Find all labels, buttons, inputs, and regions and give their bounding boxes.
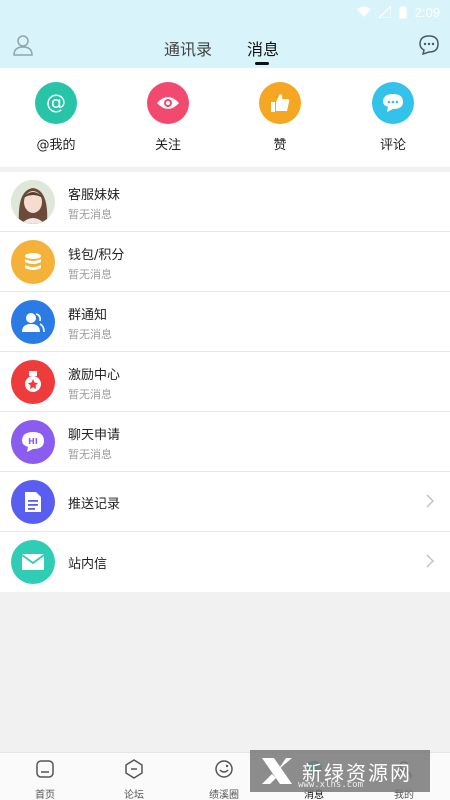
header: 通讯录 消息 — [0, 24, 450, 68]
list-item-title: 群通知 — [68, 308, 108, 323]
nav-home[interactable]: 首页 — [15, 759, 75, 800]
tab-messages[interactable]: 消息 — [247, 36, 279, 60]
shortcut-label: 评论 — [379, 138, 406, 153]
list-item-title: 推送记录 — [68, 497, 121, 512]
thumbs-up-icon — [259, 82, 301, 124]
coins-icon — [11, 240, 55, 284]
shortcut-at-me[interactable]: @ @我的 — [21, 82, 91, 153]
nav-circle[interactable]: 绩溪圈 — [194, 759, 254, 800]
chevron-right-icon — [426, 494, 434, 508]
list-item-title: 钱包/积分 — [68, 248, 125, 263]
comment-icon — [372, 82, 414, 124]
list-item-inbox[interactable]: 站内信 — [0, 532, 450, 592]
active-tab-indicator — [255, 62, 269, 65]
hi-text: HI — [28, 437, 38, 446]
list-item-title: 站内信 — [68, 557, 108, 572]
circle-icon — [215, 760, 233, 778]
hi-bubble-icon: HI — [11, 420, 55, 464]
chevron-right-icon — [426, 554, 434, 568]
status-bar: 2:09 — [0, 0, 450, 24]
status-time: 2:09 — [414, 4, 440, 20]
shortcut-row: @ @我的 关注 赞 评论 — [0, 68, 450, 167]
list-item-subtitle: 暂无消息 — [68, 388, 112, 401]
message-list: 客服妹妹 暂无消息 钱包/积分 暂无消息 群通知 暂无消息 激励中心 暂无消息 … — [0, 172, 450, 592]
chat-bubble-icon[interactable] — [418, 34, 440, 56]
list-item-group-notice[interactable]: 群通知 暂无消息 — [0, 292, 450, 352]
list-item-push-records[interactable]: 推送记录 — [0, 472, 450, 532]
home-icon — [36, 760, 54, 778]
svg-text:@: @ — [46, 90, 66, 114]
list-item-subtitle: 暂无消息 — [68, 268, 112, 281]
list-item-title: 聊天申请 — [68, 428, 121, 443]
shortcut-follow[interactable]: 关注 — [133, 82, 203, 153]
avatar — [11, 180, 55, 224]
nav-label: 论坛 — [124, 790, 144, 800]
wifi-icon — [356, 6, 371, 17]
forum-icon — [125, 759, 143, 779]
eye-icon — [147, 82, 189, 124]
list-item-title: 激励中心 — [68, 368, 121, 383]
tab-contacts[interactable]: 通讯录 — [164, 36, 212, 60]
group-icon — [11, 300, 55, 344]
list-item-subtitle: 暂无消息 — [68, 448, 112, 461]
list-item-title: 客服妹妹 — [68, 188, 121, 203]
status-icons: 2:09 — [356, 3, 440, 21]
shortcut-label: 赞 — [273, 138, 287, 153]
list-item-subtitle: 暂无消息 — [68, 208, 112, 221]
shortcut-label: 关注 — [154, 138, 181, 153]
list-item-customer-service[interactable]: 客服妹妹 暂无消息 — [0, 172, 450, 232]
shortcut-comments[interactable]: 评论 — [358, 82, 428, 153]
nav-label: 绩溪圈 — [209, 790, 239, 800]
at-icon: @ — [35, 82, 77, 124]
shortcut-label: @我的 — [36, 138, 76, 153]
shortcut-likes[interactable]: 赞 — [245, 82, 315, 153]
signal-icon — [378, 6, 391, 18]
nav-forum[interactable]: 论坛 — [104, 759, 164, 800]
nav-label: 首页 — [35, 790, 55, 800]
watermark-url: www.xlhs.com — [298, 780, 364, 790]
document-icon — [11, 480, 55, 524]
user-icon[interactable] — [12, 34, 34, 56]
battery-icon — [399, 5, 407, 18]
mail-icon — [11, 540, 55, 584]
list-item-incentive[interactable]: 激励中心 暂无消息 — [0, 352, 450, 412]
watermark-logo-icon — [262, 758, 292, 784]
list-item-subtitle: 暂无消息 — [68, 328, 112, 341]
medal-icon — [11, 360, 55, 404]
list-item-wallet[interactable]: 钱包/积分 暂无消息 — [0, 232, 450, 292]
list-item-chat-request[interactable]: HI 聊天申请 暂无消息 — [0, 412, 450, 472]
